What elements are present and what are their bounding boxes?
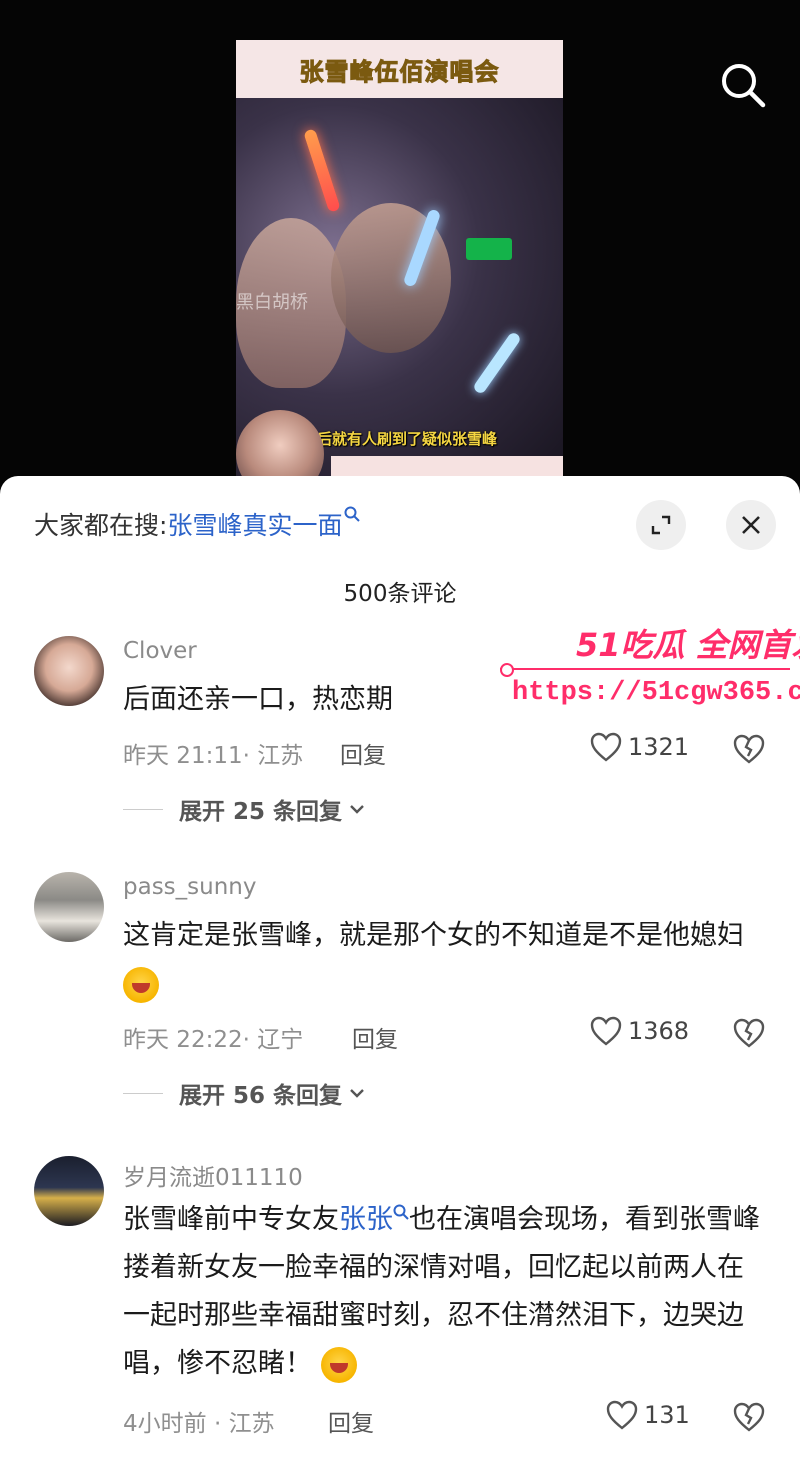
expand-replies[interactable]: 展开 56 条回复 [123, 1076, 366, 1110]
avatar[interactable] [34, 872, 104, 942]
watermark-dot [500, 663, 514, 677]
comment-sheet: 大家都在搜:张雪峰真实一面 500条评论 51吃瓜 全网首发 https://5… [0, 476, 800, 1464]
search-icon[interactable] [720, 62, 766, 108]
expand-replies-label: 展开 25 条回复 [179, 799, 343, 825]
comment-search-link[interactable]: 张张 [339, 1204, 393, 1235]
like-button[interactable]: 1321 [590, 732, 689, 762]
video-watermark: 黑白胡桥 [236, 292, 308, 313]
comment-text-before: 张雪峰前中专女友 [123, 1204, 339, 1235]
search-small-icon [344, 506, 361, 526]
broken-heart-icon[interactable] [733, 734, 765, 764]
heart-icon [590, 732, 622, 762]
watermark-line1: 51吃瓜 全网首发 [576, 626, 800, 664]
laugh-cry-emoji [320, 1346, 357, 1383]
reply-button[interactable]: 回复 [328, 1404, 374, 1438]
like-count: 1321 [628, 733, 690, 761]
reply-button[interactable]: 回复 [352, 1020, 398, 1054]
video-title: 张雪峰伍佰演唱会 [299, 57, 500, 86]
reply-button[interactable]: 回复 [340, 736, 386, 770]
trending-search-prefix: 大家都在搜: [34, 511, 168, 540]
broken-heart-icon[interactable] [733, 1018, 765, 1048]
divider [123, 808, 163, 810]
like-count: 1368 [628, 1017, 690, 1045]
trending-search-term[interactable]: 张雪峰真实一面 [167, 511, 342, 540]
like-button[interactable]: 131 [606, 1400, 690, 1430]
avatar[interactable] [34, 636, 104, 706]
comment-username[interactable]: 岁月流逝011110 [123, 1158, 303, 1192]
video-area[interactable]: 张雪峰伍佰演唱会 黑白胡桥 然后就有人刷到了疑似张雪峰 [0, 0, 800, 490]
broken-heart-icon[interactable] [733, 1402, 765, 1432]
heart-icon [606, 1400, 638, 1430]
comment-text: 张雪峰前中专女友张张 也在演唱会现场，看到张雪峰搂着新女友一脸幸福的深情对唱，回忆… [123, 1196, 763, 1388]
comment-count: 500条评论 [343, 581, 457, 607]
video-frame[interactable]: 张雪峰伍佰演唱会 黑白胡桥 然后就有人刷到了疑似张雪峰 [236, 40, 563, 480]
like-button[interactable]: 1368 [590, 1016, 689, 1046]
chevron-down-icon [350, 805, 364, 814]
close-button[interactable] [726, 500, 776, 550]
comment-text-body: 这肯定是张雪峰，就是那个女的不知道是不是他媳妇 [123, 920, 744, 951]
close-icon [742, 516, 760, 534]
exit-sign [466, 238, 512, 260]
expand-replies-label: 展开 56 条回复 [179, 1083, 343, 1109]
laugh-cry-emoji [123, 966, 159, 1003]
search-small-icon [393, 1204, 409, 1220]
heart-icon [590, 1016, 622, 1046]
chevron-down-icon [350, 1089, 364, 1098]
expand-icon [651, 515, 671, 535]
divider [123, 1092, 163, 1094]
comment-username[interactable]: Clover [123, 638, 197, 664]
glow-stick [303, 128, 341, 213]
watermark-rule [500, 668, 790, 670]
glow-stick [472, 330, 522, 396]
expand-replies[interactable]: 展开 25 条回复 [123, 792, 366, 826]
comment-time-location: 昨天 22:22· 辽宁 [123, 1027, 304, 1053]
expand-button[interactable] [636, 500, 686, 550]
comment-time-location: 4小时前 · 江苏 [123, 1411, 275, 1437]
comment-text: 这肯定是张雪峰，就是那个女的不知道是不是他媳妇 [123, 912, 763, 1008]
comment-text: 后面还亲一口，热恋期 [123, 684, 393, 715]
comment-time-location: 昨天 21:11· 江苏 [123, 743, 304, 769]
avatar[interactable] [34, 1156, 104, 1226]
like-count: 131 [644, 1401, 690, 1429]
trending-search[interactable]: 大家都在搜:张雪峰真实一面 [34, 506, 361, 542]
video-title-bar: 张雪峰伍佰演唱会 [236, 40, 563, 98]
comment-username[interactable]: pass_sunny [123, 874, 257, 900]
